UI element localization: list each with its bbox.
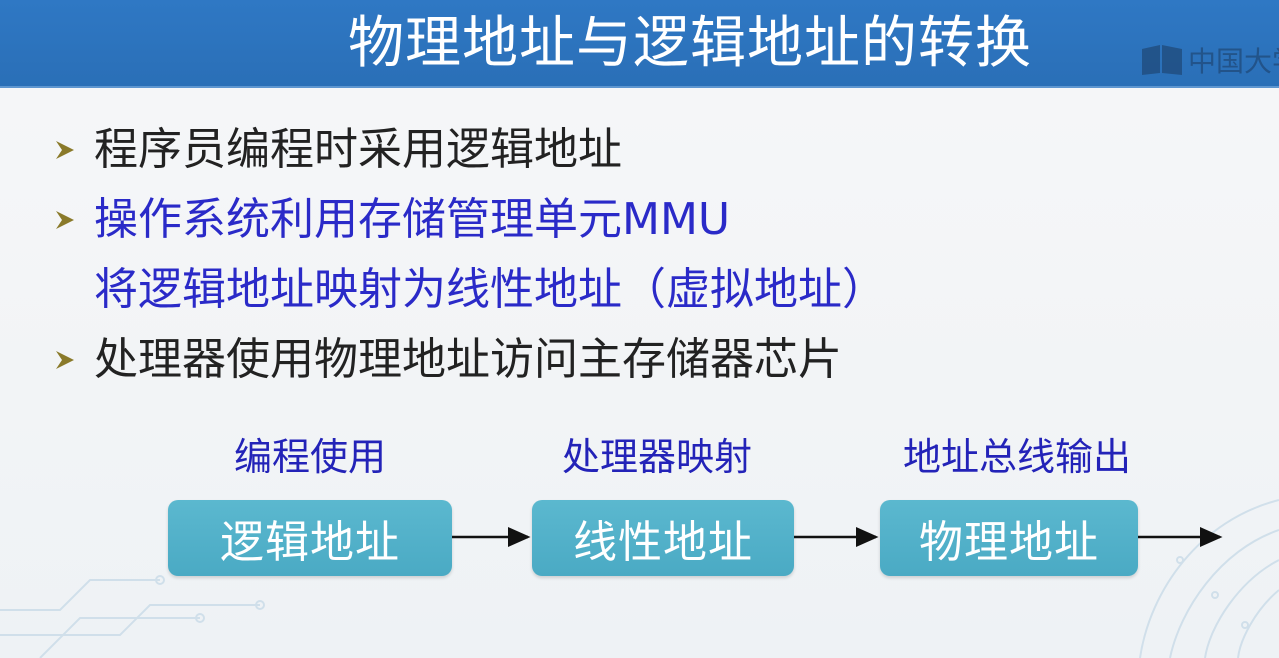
slide: 物理地址与逻辑地址的转换 中国大学 程序员编程时采用逻辑地址 操作系统利用存储管… (0, 0, 1279, 658)
book-icon (1142, 45, 1182, 75)
bullet-arrow-icon (56, 351, 74, 369)
physical-address-box: 物理地址 (880, 500, 1138, 576)
bullet-text: 程序员编程时采用逻辑地址 (94, 124, 622, 175)
stage-label: 处理器映射 (562, 435, 753, 479)
bullet-arrow-icon (56, 211, 74, 229)
bullet-text: 处理器使用物理地址访问主存储器芯片 (94, 334, 842, 385)
bullet-item: 操作系统利用存储管理单元MMU (52, 192, 730, 248)
bullet-continuation: 将逻辑地址映射为线性地址（虚拟地址） (94, 264, 886, 315)
bullet-arrow-icon (56, 141, 74, 159)
bullet-text: 操作系统利用存储管理单元MMU (94, 194, 731, 245)
watermark-text: 中国大学 (1188, 45, 1279, 78)
stage-label: 编程使用 (234, 435, 387, 479)
bullet-item: 处理器使用物理地址访问主存储器芯片 (52, 332, 842, 388)
logical-address-box: 逻辑地址 (168, 500, 452, 576)
watermark: 中国大学 (1140, 40, 1279, 80)
bullet-item: 程序员编程时采用逻辑地址 (52, 122, 622, 178)
stage-label: 地址总线输出 (903, 435, 1132, 479)
linear-address-box: 线性地址 (532, 500, 794, 576)
title-bar: 物理地址与逻辑地址的转换 中国大学 (0, 0, 1279, 88)
slide-title: 物理地址与逻辑地址的转换 (348, 11, 1032, 76)
